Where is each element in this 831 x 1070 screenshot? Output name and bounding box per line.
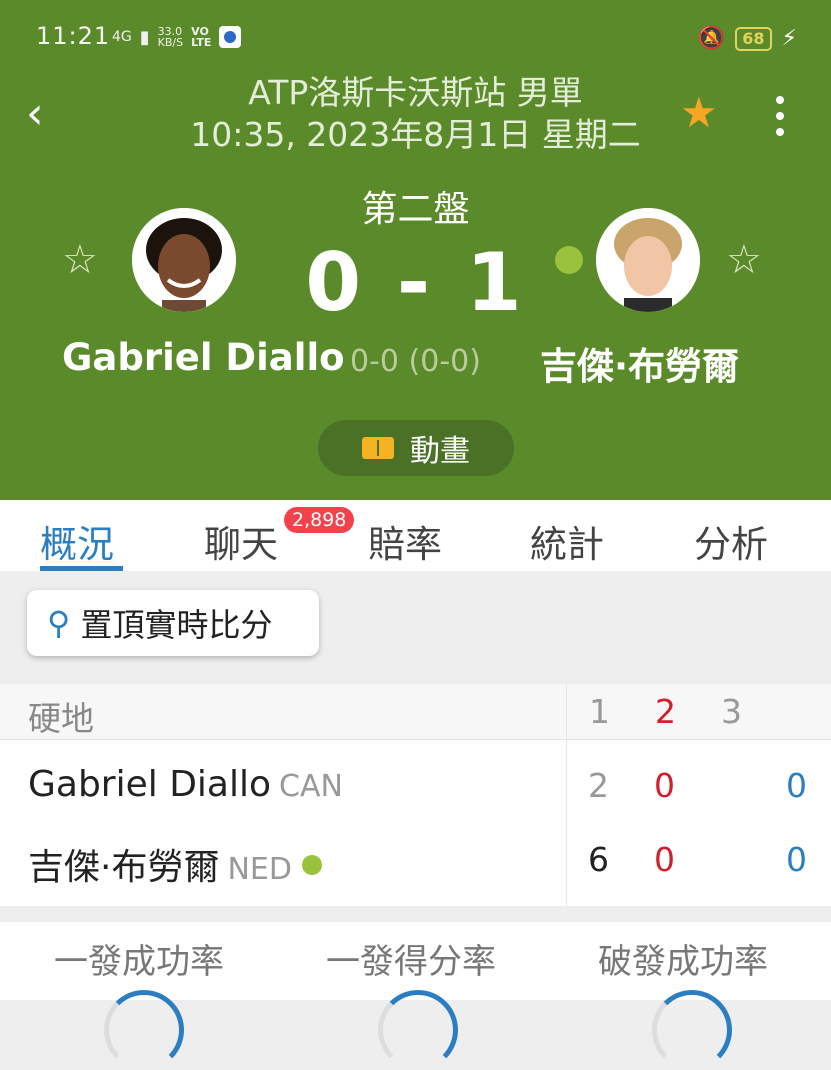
pin-live-score-button[interactable]: ⚲ 置頂實時比分 (27, 590, 319, 656)
stat-break-points: 破發成功率 (598, 942, 768, 982)
status-icons: 4G ▮ 33.0 KB/S VO LTE (112, 26, 242, 48)
stat-first-serve-points: 一發得分率 (326, 942, 496, 982)
stat-ring-1 (104, 990, 184, 1070)
scorecard-row-away[interactable]: 吉傑·布勞爾 NED (28, 838, 322, 890)
more-options-icon[interactable] (770, 96, 790, 144)
away-row-country: NED (227, 852, 292, 887)
stat-first-serve-in: 一發成功率 (54, 942, 224, 982)
away-avatar-image (596, 208, 700, 312)
tab-odds[interactable]: 賠率 (368, 514, 442, 568)
volte-bottom: LTE (191, 36, 212, 49)
home-player-name[interactable]: Gabriel Diallo (62, 336, 345, 379)
signal-icon: ▮ (139, 26, 150, 48)
away-set1-score: 6 (588, 840, 609, 879)
home-total-score: 0 (786, 766, 807, 805)
animation-label: 動畫 (410, 434, 470, 469)
chat-count-badge: 2,898 (284, 507, 355, 533)
volte-indicator: VO LTE (191, 26, 211, 48)
scorecard-header: 硬地 1 2 3 (0, 684, 831, 740)
stats-summary: 一發成功率 一發得分率 破發成功率 (0, 922, 831, 1000)
set-header-1: 1 (589, 692, 610, 731)
status-time: 11:21 (36, 22, 111, 50)
mute-icon: 🔕 (697, 26, 726, 51)
scorecard: 硬地 1 2 3 Gabriel Diallo CAN 2 0 0 吉傑·布勞爾 N… (0, 684, 831, 906)
field-icon (362, 437, 394, 459)
home-set2-score: 0 (654, 766, 675, 805)
scorecard-row-home[interactable]: Gabriel Diallo CAN (28, 764, 343, 805)
game-score: 0-0 (0-0) (350, 344, 481, 379)
charging-icon: ⚡ (781, 26, 797, 51)
away-total-score: 0 (786, 840, 807, 879)
net-speed: 33.0 KB/S (158, 26, 183, 48)
tab-statistics[interactable]: 統計 (530, 514, 604, 568)
court-surface: 硬地 (28, 699, 94, 738)
home-set1-score: 2 (588, 766, 609, 805)
column-divider (566, 684, 567, 906)
status-right: 🔕 68 ⚡ (698, 26, 797, 51)
tab-analysis[interactable]: 分析 (694, 514, 768, 568)
stat-ring-3 (652, 990, 732, 1070)
away-row-name: 吉傑·布勞爾 (28, 847, 220, 888)
main-score: 0 - 1 (305, 236, 526, 329)
network-indicator: 4G (112, 28, 132, 45)
pin-icon: ⚲ (47, 604, 71, 642)
pin-button-label: 置頂實時比分 (80, 606, 273, 644)
tab-chat[interactable]: 聊天 (204, 514, 278, 568)
current-set-label: 第二盤 (361, 189, 470, 230)
favorite-away-star-icon[interactable]: ☆ (726, 240, 762, 280)
away-set2-score: 0 (654, 840, 675, 879)
battery-indicator: 68 (735, 26, 772, 51)
tab-overview[interactable]: 概況 (40, 514, 114, 568)
app-notification-icon (219, 26, 242, 48)
tab-bar: 概況 聊天 賠率 統計 分析 (0, 500, 831, 571)
stat-ring-2 (378, 990, 458, 1070)
speed-unit: KB/S (157, 36, 184, 49)
animation-button[interactable]: 動畫 (318, 420, 514, 476)
away-player-avatar[interactable] (596, 208, 700, 312)
set-header-2: 2 (655, 692, 676, 731)
home-row-country: CAN (279, 769, 343, 804)
away-player-name[interactable]: 吉傑·布勞爾 (540, 336, 739, 390)
serving-ball-small-icon (301, 855, 322, 875)
match-header: 11:21 4G ▮ 33.0 KB/S VO LTE 🔕 68 ⚡ ‹ ATP… (0, 0, 831, 500)
home-row-name: Gabriel Diallo (28, 764, 272, 805)
favorite-match-star-icon[interactable]: ★ (680, 92, 718, 134)
active-tab-indicator (40, 566, 123, 571)
set-header-3: 3 (721, 692, 742, 731)
serving-ball-icon (555, 246, 583, 274)
